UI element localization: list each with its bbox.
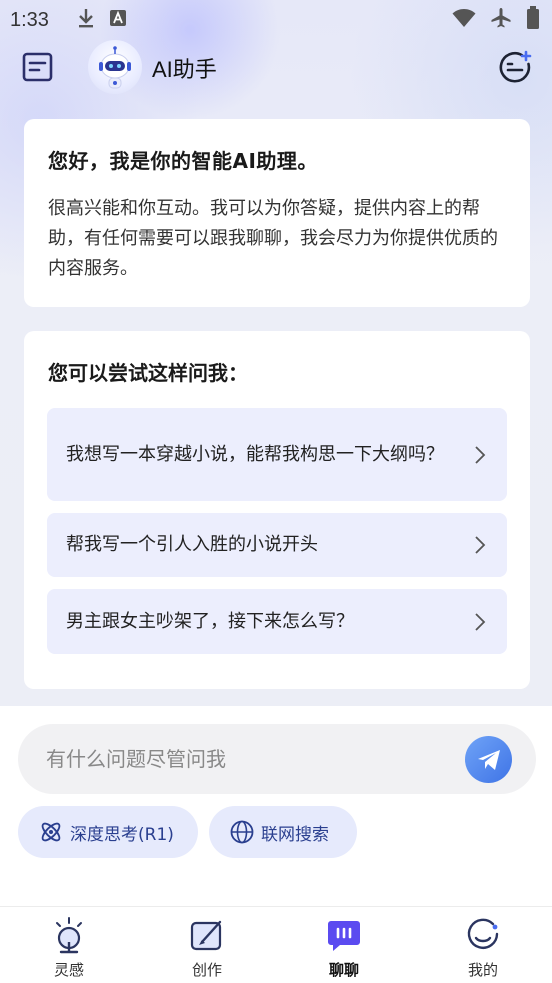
history-menu-button[interactable]: [22, 52, 54, 82]
suggestion-item[interactable]: 我想写一本穿越小说，能帮我构思一下大纲吗？: [47, 408, 507, 501]
chevron-right-icon: [475, 445, 486, 464]
greeting-card: 您好，我是你的智能AI助理。 很高兴能和你互动。我可以为你答疑，提供内容上的帮助…: [24, 119, 530, 307]
status-time: 1:33: [10, 8, 49, 31]
chat-icon: [328, 921, 360, 951]
tab-profile[interactable]: 我的: [443, 915, 523, 980]
greeting-title: 您好，我是你的智能AI助理。: [48, 149, 318, 173]
download-icon: [77, 7, 95, 33]
suggestion-label: 帮我写一个引人入胜的小说开头: [66, 534, 318, 555]
lightbulb-icon: [56, 917, 82, 954]
robot-avatar: [88, 40, 142, 94]
input-panel: 深度思考(R1) 联网搜索: [0, 706, 552, 906]
chat-input[interactable]: [46, 724, 446, 794]
suggestion-label: 男主跟女主吵架了，接下来怎么写？: [66, 610, 354, 632]
atom-icon: [41, 822, 61, 842]
web-search-label: 联网搜索: [261, 824, 329, 845]
suggestion-item[interactable]: 男主跟女主吵架了，接下来怎么写？: [47, 589, 507, 654]
suggestions-card: 您可以尝试这样问我： 我想写一本穿越小说，能帮我构思一下大纲吗？ 帮我写一个引人…: [24, 331, 530, 689]
tab-label: 创作: [191, 961, 222, 979]
deep-think-toggle[interactable]: 深度思考(R1): [18, 806, 198, 858]
status-bar: 1:33: [0, 0, 552, 40]
tab-label: 我的: [467, 961, 498, 979]
airplane-icon: [490, 7, 512, 33]
tab-inspiration[interactable]: 灵感: [29, 915, 109, 980]
paper-plane-icon: [477, 749, 500, 770]
smile-plus-icon: [499, 50, 532, 83]
new-chat-button[interactable]: [498, 50, 532, 84]
greeting-body: 很高兴能和你互动。我可以为你答疑，提供内容上的帮助，有任何需要可以跟我聊聊，我会…: [48, 198, 498, 279]
send-button[interactable]: [465, 736, 512, 783]
header: AI助手: [0, 40, 552, 96]
battery-icon: [526, 6, 540, 34]
page-title: AI助手: [152, 57, 217, 82]
document-list-icon: [22, 52, 53, 82]
suggestions-title: 您可以尝试这样问我：: [48, 361, 248, 385]
font-icon: [109, 9, 127, 31]
chat-input-container: [18, 724, 536, 794]
status-right: [452, 6, 540, 34]
web-search-toggle[interactable]: 联网搜索: [209, 806, 357, 858]
chevron-right-icon: [475, 612, 486, 631]
deep-think-label: 深度思考(R1): [70, 824, 174, 845]
tab-chat[interactable]: 聊聊: [304, 915, 384, 980]
tab-label: 灵感: [53, 961, 84, 979]
suggestion-item[interactable]: 帮我写一个引人入胜的小说开头: [47, 513, 507, 577]
tab-create[interactable]: 创作: [167, 915, 247, 980]
wifi-icon: [452, 8, 476, 32]
chevron-right-icon: [475, 536, 486, 554]
suggestion-label: 我想写一本穿越小说，能帮我构思一下大纲吗？: [66, 443, 444, 465]
profile-icon: [467, 918, 499, 949]
tab-label: 聊聊: [328, 961, 359, 979]
bottom-tab-bar: 灵感 创作 聊聊 我的: [0, 906, 552, 983]
pen-icon: [190, 920, 222, 951]
robot-icon: [99, 46, 131, 89]
globe-icon: [230, 820, 254, 844]
